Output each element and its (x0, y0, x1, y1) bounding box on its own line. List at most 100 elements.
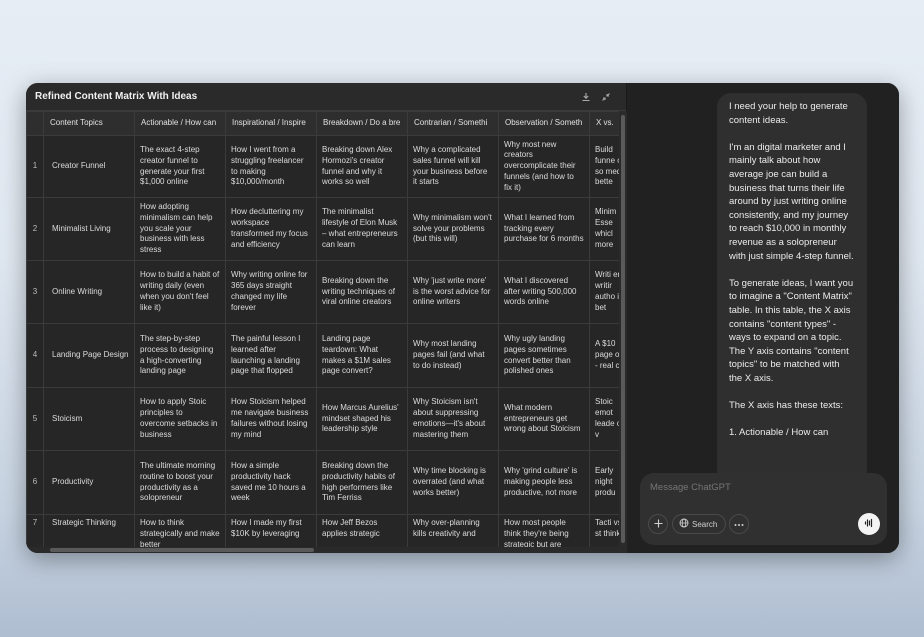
idea-cell[interactable]: Why Stoicism isn't about suppressing emo… (407, 387, 499, 451)
idea-cell[interactable]: Writi enga writir autho is bet (589, 260, 619, 324)
row-index-cell[interactable]: 4 (26, 323, 44, 388)
message-paragraph: I need your help to generate content ide… (729, 101, 848, 126)
canvas-panel: Refined Content Matrix With Ideas Conten… (26, 83, 627, 553)
idea-cell[interactable]: How decluttering my workspace transforme… (225, 197, 317, 261)
topic-cell[interactable]: Creator Funnel (43, 135, 135, 198)
topic-cell[interactable]: Stoicism (43, 387, 135, 451)
voice-mode-icon (864, 515, 874, 533)
row-index-header[interactable] (26, 111, 44, 136)
idea-cell[interactable]: Why 'just write more' is the worst advic… (407, 260, 499, 324)
idea-cell[interactable]: How most people think they're being stra… (498, 514, 590, 548)
idea-cell[interactable]: Build funne on so medi bette (589, 135, 619, 198)
chat-panel: I need your help to generate content ide… (628, 83, 899, 553)
table-row: 4 Landing Page Design The step-by-step pro… (26, 323, 619, 388)
message-paragraph: The X axis has these texts: (729, 400, 844, 412)
column-header[interactable]: Contrarian / Somethi (407, 111, 499, 136)
idea-cell[interactable]: Tacti vs. st think (589, 514, 619, 548)
search-button[interactable]: Search (672, 514, 727, 534)
idea-cell[interactable]: How a simple productivity hack saved me … (225, 450, 317, 515)
row-index-cell[interactable]: 1 (26, 135, 44, 198)
column-header[interactable]: X vs. (589, 111, 619, 136)
idea-cell[interactable]: How to apply Stoic principles to overcom… (134, 387, 226, 451)
idea-cell[interactable]: Why most landing pages fail (and what to… (407, 323, 499, 388)
message-paragraph: I'm an digital marketer and I mainly tal… (729, 141, 854, 262)
idea-cell[interactable]: How Jeff Bezos applies strategic (316, 514, 408, 548)
horizontal-scrollbar[interactable] (26, 547, 619, 553)
topic-cell[interactable]: Online Writing (43, 260, 135, 324)
message-input[interactable] (650, 482, 850, 493)
idea-cell[interactable]: The painful lesson I learned after launc… (225, 323, 317, 388)
idea-cell[interactable]: Landing page teardown: What makes a $1M … (316, 323, 408, 388)
more-options-button[interactable] (729, 514, 749, 534)
idea-cell[interactable]: Why over-planning kills creativity and (407, 514, 499, 548)
idea-cell[interactable]: Breaking down the writing techniques of … (316, 260, 408, 324)
idea-cell[interactable]: Why ugly landing pages sometimes convert… (498, 323, 590, 388)
idea-cell[interactable]: The step-by-step process to designing a … (134, 323, 226, 388)
content-matrix-table: Content Topics Actionable / How can Inspir… (26, 111, 619, 548)
idea-cell[interactable]: How I made my first $10K by leveraging (225, 514, 317, 548)
idea-cell[interactable]: Breaking down the productivity habits of… (316, 450, 408, 515)
idea-cell[interactable]: How Marcus Aurelius' mindset shaped his … (316, 387, 408, 451)
idea-cell[interactable]: The minimalist lifestyle of Elon Musk – … (316, 197, 408, 261)
column-header[interactable]: Content Topics (43, 111, 135, 136)
topic-cell[interactable]: Strategic Thinking (43, 514, 135, 548)
plus-icon (654, 519, 663, 531)
topic-cell[interactable]: Productivity (43, 450, 135, 515)
idea-cell[interactable]: Early night produ (589, 450, 619, 515)
more-icon (734, 518, 744, 530)
idea-cell[interactable]: The exact 4-step creator funnel to gener… (134, 135, 226, 198)
app-window: Refined Content Matrix With Ideas Conten… (26, 83, 899, 553)
search-button-label: Search (692, 519, 718, 529)
row-index-cell[interactable]: 7 (26, 514, 44, 548)
idea-cell[interactable]: A $10 page one - real c (589, 323, 619, 388)
vertical-scroll-thumb[interactable] (621, 115, 625, 543)
download-icon[interactable] (581, 92, 591, 102)
idea-cell[interactable]: Breaking down Alex Hormozi's creator fun… (316, 135, 408, 198)
idea-cell[interactable]: How adopting minimalism can help you sca… (134, 197, 226, 261)
idea-cell[interactable]: How to build a habit of writing daily (e… (134, 260, 226, 324)
vertical-scrollbar[interactable] (619, 111, 627, 553)
column-header[interactable]: Observation / Someth (498, 111, 590, 136)
table-row: 2 Minimalist Living How adopting minimalis… (26, 197, 619, 261)
row-index-cell[interactable]: 5 (26, 387, 44, 451)
row-index-cell[interactable]: 6 (26, 450, 44, 515)
idea-cell[interactable]: The ultimate morning routine to boost yo… (134, 450, 226, 515)
idea-cell[interactable]: What I learned from tracking every purch… (498, 197, 590, 261)
topic-cell[interactable]: Minimalist Living (43, 197, 135, 261)
message-paragraph: 1. Actionable / How can (729, 427, 829, 439)
table-row: 7 Strategic Thinking How to think strategi… (26, 514, 619, 548)
user-message-bubble: I need your help to generate content ide… (717, 93, 867, 473)
idea-cell[interactable]: How to think strategically and make bett… (134, 514, 226, 548)
message-paragraph: To generate ideas, I want you to imagine… (729, 277, 854, 384)
idea-cell[interactable]: Minim Esse whicl more (589, 197, 619, 261)
column-header[interactable]: Inspirational / Inspire (225, 111, 317, 136)
idea-cell[interactable]: What I discovered after writing 500,000 … (498, 260, 590, 324)
canvas-title: Refined Content Matrix With Ideas (35, 91, 198, 102)
message-composer: Search (640, 473, 887, 545)
collapse-icon[interactable] (601, 92, 611, 102)
voice-mode-button[interactable] (858, 513, 880, 535)
idea-cell[interactable]: What modern entrepreneurs get wrong abou… (498, 387, 590, 451)
column-header[interactable]: Actionable / How can (134, 111, 226, 136)
table-row: 6 Productivity The ultimate morning routin… (26, 450, 619, 515)
idea-cell[interactable]: How Stoicism helped me navigate business… (225, 387, 317, 451)
idea-cell[interactable]: Why a complicated sales funnel will kill… (407, 135, 499, 198)
attach-button[interactable] (648, 514, 668, 534)
idea-cell[interactable]: Why minimalism won't solve your problems… (407, 197, 499, 261)
table-row: 5 Stoicism How to apply Stoic principles t… (26, 387, 619, 451)
globe-icon (679, 518, 689, 530)
table-row: 1 Creator Funnel The exact 4-step creator … (26, 135, 619, 198)
column-header[interactable]: Breakdown / Do a bre (316, 111, 408, 136)
row-index-cell[interactable]: 2 (26, 197, 44, 261)
content-matrix-grid[interactable]: Content Topics Actionable / How can Inspir… (26, 111, 619, 548)
idea-cell[interactable]: Why most new creators overcomplicate the… (498, 135, 590, 198)
horizontal-scroll-thumb[interactable] (50, 548, 314, 552)
idea-cell[interactable]: Why 'grind culture' is making people les… (498, 450, 590, 515)
idea-cell[interactable]: How I went from a struggling freelancer … (225, 135, 317, 198)
table-row: 3 Online Writing How to build a habit of w… (26, 260, 619, 324)
idea-cell[interactable]: Why writing online for 365 days straight… (225, 260, 317, 324)
idea-cell[interactable]: Why time blocking is overrated (and what… (407, 450, 499, 515)
topic-cell[interactable]: Landing Page Design (43, 323, 135, 388)
row-index-cell[interactable]: 3 (26, 260, 44, 324)
idea-cell[interactable]: Stoic emot leade one v (589, 387, 619, 451)
